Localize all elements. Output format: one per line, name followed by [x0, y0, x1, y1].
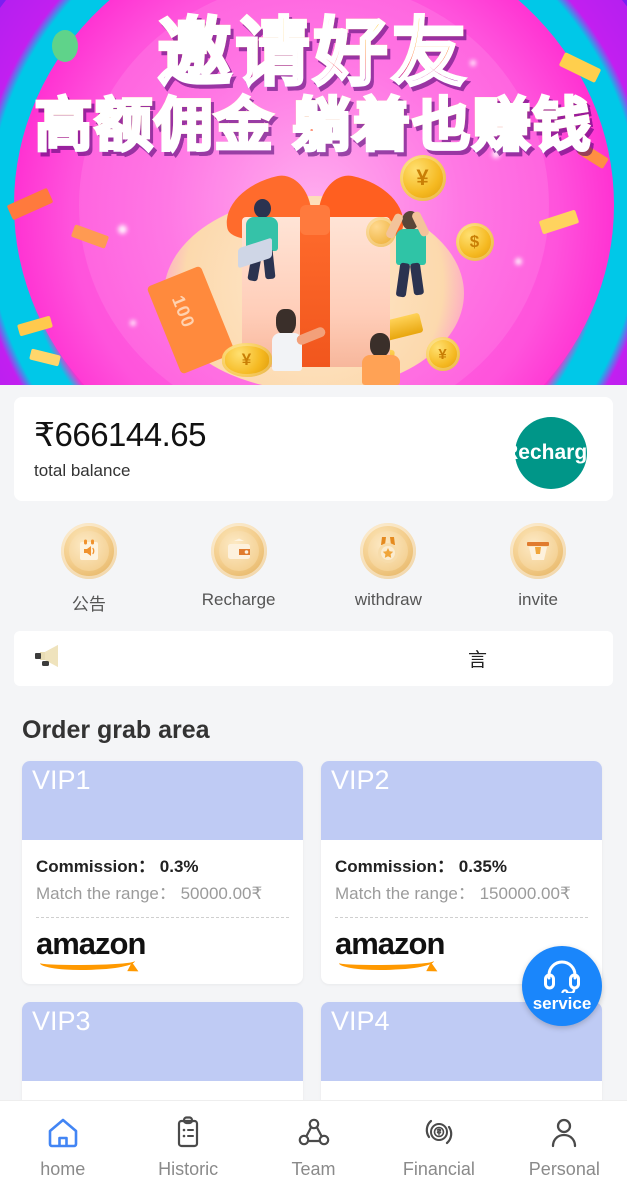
- wallet-icon: [210, 523, 267, 579]
- vip-card-header: VIP2: [321, 761, 602, 840]
- range-value: 50000.00₹: [180, 884, 263, 903]
- nav-item-team[interactable]: Team: [251, 1116, 376, 1180]
- coin: ¥: [399, 155, 446, 201]
- vip-card-header: VIP1: [22, 761, 303, 840]
- divider: [335, 916, 588, 918]
- megaphone-icon: [32, 642, 66, 675]
- commission-value: 0.3%: [159, 857, 199, 876]
- nav-item-personal[interactable]: Personal: [502, 1116, 627, 1180]
- range-label: Match the range：: [36, 884, 176, 903]
- commission-label: Commission：: [36, 857, 156, 876]
- nav-label: Team: [291, 1158, 336, 1179]
- box-icon: [510, 523, 567, 579]
- gift-illustration: 100 ¥ $ ¥ ¥: [104, 155, 524, 385]
- vip-tier-label: VIP1: [32, 765, 91, 795]
- coin: ¥: [425, 337, 460, 371]
- quick-action-label: 公告: [71, 595, 106, 614]
- vip-commission-row: Commission： 0.3%: [36, 852, 289, 877]
- finance-icon: [422, 1116, 456, 1153]
- vip-range-row: Match the range： 50000.00₹: [36, 883, 289, 906]
- clipboard-icon: [171, 1115, 205, 1153]
- commission-value: 0.35%: [458, 857, 507, 876]
- coin: $: [455, 223, 494, 261]
- vip-tier-label: VIP4: [331, 1005, 390, 1036]
- team-icon: [297, 1116, 331, 1153]
- brand-logo-amazon: amazon: [36, 928, 289, 970]
- divider: [36, 916, 289, 918]
- bottom-navigation: home Historic Team Financial Personal: [0, 1100, 627, 1194]
- nav-item-home[interactable]: home: [0, 1116, 125, 1180]
- quick-action-withdraw[interactable]: withdraw: [314, 523, 464, 615]
- person-icon: [547, 1116, 581, 1153]
- notice-right-glyph: 言: [467, 650, 487, 671]
- vip-card[interactable]: VIP3: [22, 1001, 303, 1109]
- amazon-smile-icon: [339, 954, 434, 970]
- headset-icon: [542, 959, 582, 998]
- coin: ¥: [221, 343, 272, 377]
- balance-card: ₹666144.65 total balance Recharge: [14, 397, 613, 501]
- vip-tier-label: VIP3: [32, 1005, 91, 1036]
- vip-card[interactable]: VIP1 Commission： 0.3% Match the range： 5…: [22, 761, 303, 984]
- vip-card-body: Commission： 0.3% Match the range： 50000.…: [22, 840, 303, 984]
- vip-card-grid: VIP1 Commission： 0.3% Match the range： 5…: [0, 745, 627, 1109]
- nav-item-historic[interactable]: Historic: [125, 1115, 250, 1180]
- nav-item-financial[interactable]: Financial: [376, 1116, 501, 1180]
- quick-action-invite[interactable]: invite: [463, 523, 613, 615]
- quick-action-label: Recharge: [201, 590, 276, 609]
- service-label: service: [532, 993, 592, 1013]
- promo-banner[interactable]: 100 ¥ $ ¥ ¥ 邀请好友 高额佣金 躺着也赚钱: [0, 0, 627, 385]
- medal-icon: [360, 523, 417, 579]
- quick-actions-row: 公告 Recharge withdraw invite: [0, 523, 627, 615]
- quick-action-label: withdraw: [354, 590, 422, 609]
- app-root: 100 ¥ $ ¥ ¥ 邀请好友 高额佣金 躺着也赚钱 ₹666144.65 t…: [0, 0, 627, 1194]
- nav-label: home: [40, 1158, 86, 1179]
- banner-text-block: 邀请好友 高额佣金 躺着也赚钱: [0, 12, 627, 157]
- announcement-icon: [60, 523, 117, 579]
- commission-label: Commission：: [335, 857, 455, 876]
- nav-label: Financial: [402, 1158, 475, 1179]
- vip-range-row: Match the range： 150000.00₹: [335, 883, 588, 906]
- recharge-button[interactable]: Recharge: [503, 417, 599, 489]
- nav-label: Personal: [528, 1158, 600, 1179]
- range-value: 150000.00₹: [479, 884, 571, 903]
- quick-action-announcement[interactable]: 公告: [14, 523, 164, 615]
- vip-card-header: VIP3: [22, 1001, 303, 1081]
- notice-bar[interactable]: 言: [14, 631, 613, 686]
- vip-tier-label: VIP2: [331, 765, 390, 795]
- banner-headline-primary: 邀请好友: [0, 12, 627, 92]
- amazon-smile-icon: [40, 954, 135, 970]
- banner-headline-secondary: 高额佣金 躺着也赚钱: [0, 93, 627, 157]
- vip-commission-row: Commission： 0.35%: [335, 852, 588, 877]
- quick-action-recharge[interactable]: Recharge: [164, 523, 314, 615]
- quick-action-label: invite: [518, 590, 558, 609]
- nav-label: Historic: [158, 1158, 219, 1179]
- order-grab-title: Order grab area: [22, 716, 210, 744]
- customer-service-button[interactable]: service: [522, 946, 602, 1026]
- range-label: Match the range：: [335, 884, 475, 903]
- home-icon: [46, 1116, 80, 1153]
